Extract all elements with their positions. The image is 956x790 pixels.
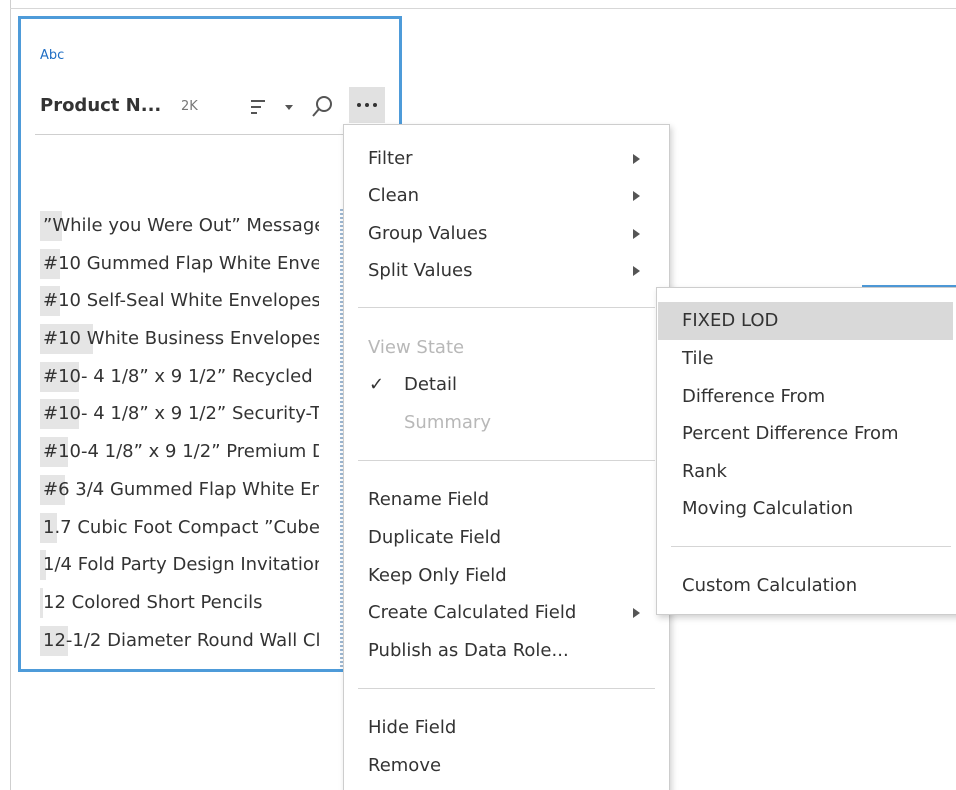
value-row[interactable]: ”While you Were Out” Message Book, One F… xyxy=(40,211,319,249)
value-row[interactable]: #10 White Business Envelopes xyxy=(40,324,319,362)
submenu-arrow-icon xyxy=(633,608,640,618)
menu-item-duplicate-field[interactable]: Duplicate Field xyxy=(344,519,669,557)
menu-item-clean[interactable]: Clean xyxy=(344,177,669,215)
menu-item-label: Create Calculated Field xyxy=(368,602,577,623)
frame-left-border xyxy=(10,0,11,790)
menu-item-split-values[interactable]: Split Values xyxy=(344,252,669,290)
value-row[interactable]: #10 Gummed Flap White Envelopes xyxy=(40,248,319,287)
value-label: #10-4 1/8” x 9 1/2” Premium Diagonal Sea… xyxy=(43,441,319,463)
value-label: 1.7 Cubic Foot Compact ”Cube” Office Ref… xyxy=(43,516,319,538)
menu-item-label: Detail xyxy=(404,374,458,395)
menu-divider xyxy=(358,688,655,689)
value-label: #10 Self-Seal White Envelopes xyxy=(43,290,319,312)
menu-item-label: Clean xyxy=(368,185,420,206)
value-label: #10- 4 1/8” x 9 1/2” Security-Tint Envel… xyxy=(43,403,319,425)
menu-item-hide-field[interactable]: Hide Field xyxy=(344,709,669,747)
field-name[interactable]: Product N... xyxy=(40,95,161,116)
value-label: #10- 4 1/8” x 9 1/2” Recycled Envelopes xyxy=(43,365,319,387)
menu-item-summary: Summary xyxy=(404,412,491,433)
value-row[interactable]: #6 3/4 Gummed Flap White Envelopes xyxy=(40,474,319,513)
value-row[interactable]: 1/4 Fold Party Design Invitations & Whit… xyxy=(40,550,319,588)
menu-item-remove[interactable]: Remove xyxy=(344,747,669,785)
value-row[interactable]: #10- 4 1/8” x 9 1/2” Security-Tint Envel… xyxy=(40,399,319,437)
value-row[interactable]: #10-4 1/8” x 9 1/2” Premium Diagonal Sea… xyxy=(40,437,319,475)
value-label: #10 White Business Envelopes xyxy=(43,328,319,350)
value-row[interactable]: 12 Colored Short Pencils xyxy=(40,587,319,626)
menu-divider xyxy=(358,307,655,308)
more-options-icon-dot xyxy=(365,103,369,107)
submenu-item-difference-from[interactable]: Difference From xyxy=(658,378,953,416)
checkmark-icon: ✓ xyxy=(369,374,385,395)
value-label: 1/4 Fold Party Design Invitations & Whit… xyxy=(43,554,319,576)
menu-item-label: Split Values xyxy=(368,260,473,281)
menu-item-rename-field[interactable]: Rename Field xyxy=(344,481,669,519)
search-icon[interactable] xyxy=(311,94,335,118)
menu-item-create-calculated-field[interactable]: Create Calculated Field xyxy=(344,594,669,632)
value-label: #6 3/4 Gummed Flap White Envelopes xyxy=(43,478,319,500)
submenu-item-custom-calculation[interactable]: Custom Calculation xyxy=(658,567,953,605)
menu-divider xyxy=(358,460,655,461)
menu-item-detail[interactable]: ✓ Detail xyxy=(344,366,669,404)
submenu-item-moving-calculation[interactable]: Moving Calculation xyxy=(658,490,953,528)
menu-item-keep-only-field[interactable]: Keep Only Field xyxy=(344,557,669,595)
value-list: ”While you Were Out” Message Book, One F… xyxy=(40,211,319,663)
menu-item-label: Filter xyxy=(368,148,413,169)
unique-value-count: 2K xyxy=(181,99,198,114)
submenu-item-percent-difference-from[interactable]: Percent Difference From xyxy=(658,415,953,453)
value-row[interactable]: 12-1/2 Diameter Round Wall Clock xyxy=(40,625,319,664)
menu-item-filter[interactable]: Filter xyxy=(344,140,669,178)
more-options-icon-dot xyxy=(373,103,377,107)
menu-item-label: Group Values xyxy=(368,223,488,244)
caret-down-icon[interactable] xyxy=(283,97,295,117)
field-context-menu: Filter Clean Group Values Split Values V… xyxy=(343,124,670,790)
menu-item-group-values[interactable]: Group Values xyxy=(344,215,669,253)
submenu-item-tile[interactable]: Tile xyxy=(658,340,953,378)
value-row[interactable]: #10- 4 1/8” x 9 1/2” Recycled Envelopes xyxy=(40,361,319,400)
data-type-label[interactable]: Abc xyxy=(40,48,64,63)
menu-item-publish-as-data-role[interactable]: Publish as Data Role... xyxy=(344,632,669,670)
submenu-divider xyxy=(671,546,951,547)
more-options-button[interactable] xyxy=(349,87,385,123)
submenu-arrow-icon xyxy=(633,266,640,276)
value-row[interactable]: 1.7 Cubic Foot Compact ”Cube” Office Ref… xyxy=(40,512,319,551)
submenu-item-rank[interactable]: Rank xyxy=(658,453,953,491)
value-row[interactable]: #10 Self-Seal White Envelopes xyxy=(40,286,319,324)
value-label: 12 Colored Short Pencils xyxy=(43,591,263,613)
sort-icon[interactable] xyxy=(250,97,270,117)
calculated-field-submenu: FIXED LOD Tile Difference From Percent D… xyxy=(656,287,956,615)
value-label: #10 Gummed Flap White Envelopes xyxy=(43,252,319,274)
menu-heading-view-state: View State xyxy=(368,337,465,358)
more-options-icon xyxy=(357,103,361,107)
submenu-arrow-icon xyxy=(633,191,640,201)
value-label: ”While you Were Out” Message Book, One F… xyxy=(43,215,319,236)
frame-top-border xyxy=(10,8,956,9)
value-label: 12-1/2 Diameter Round Wall Clock xyxy=(43,629,319,651)
submenu-arrow-icon xyxy=(633,229,640,239)
submenu-arrow-icon xyxy=(633,154,640,164)
submenu-item-fixed-lod[interactable]: FIXED LOD xyxy=(658,302,953,340)
